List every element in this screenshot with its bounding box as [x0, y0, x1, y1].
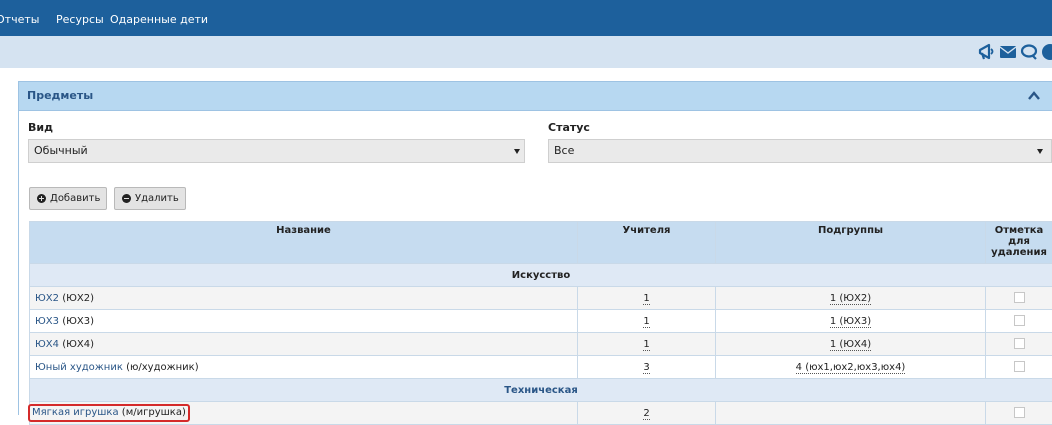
- chevron-up-icon[interactable]: [1027, 89, 1041, 103]
- teachers-count-link[interactable]: 3: [643, 362, 649, 374]
- panel-title: Предметы: [27, 82, 93, 109]
- table-row: ЮХ4 (ЮХ4) 1 1 (ЮХ4): [30, 333, 1052, 356]
- subgroups-link[interactable]: 4 (юх1,юх2,юх3,юх4): [796, 362, 906, 374]
- status-label: Статус: [548, 121, 590, 134]
- type-select-value: Обычный: [34, 140, 88, 162]
- delete-checkbox[interactable]: [1014, 338, 1025, 349]
- secondary-toolbar: [0, 36, 1052, 68]
- group-row: Техническая: [30, 379, 1052, 402]
- teachers-count-link[interactable]: 1: [643, 293, 649, 305]
- panel-header[interactable]: Предметы: [19, 82, 1052, 111]
- caret-down-icon: [514, 149, 520, 154]
- caret-down-icon: [1037, 149, 1043, 154]
- table-row: ЮХ2 (ЮХ2) 1 1 (ЮХ2): [30, 287, 1052, 310]
- group-name: Искусство: [30, 264, 1052, 287]
- teachers-count-link[interactable]: 1: [643, 316, 649, 328]
- subject-link[interactable]: ЮХ2: [35, 293, 59, 304]
- minus-circle-icon: [122, 194, 131, 203]
- chat-icon[interactable]: [1020, 43, 1038, 61]
- column-header-delete-mark: Отметка для удаления: [986, 222, 1052, 264]
- group-name: Техническая: [30, 379, 1052, 402]
- subject-link[interactable]: Мягкая игрушка: [32, 407, 119, 418]
- subject-link[interactable]: ЮХ3: [35, 316, 59, 327]
- subject-short-name: (ЮХ3): [62, 316, 94, 327]
- nav-item-resources[interactable]: Ресурсы: [56, 0, 104, 36]
- delete-button[interactable]: Удалить: [114, 187, 186, 210]
- top-navigation: Отчеты Ресурсы Одаренные дети: [0, 0, 1052, 36]
- subgroups-link[interactable]: 1 (ЮХ4): [830, 339, 871, 351]
- subgroups-link[interactable]: 1 (ЮХ2): [830, 293, 871, 305]
- group-row: Искусство: [30, 264, 1052, 287]
- table-row: Юный художник (ю/художник) 3 4 (юх1,юх2,…: [30, 356, 1052, 379]
- table-row: ЮХ3 (ЮХ3) 1 1 (ЮХ3): [30, 310, 1052, 333]
- status-select[interactable]: Все: [548, 139, 1052, 163]
- subjects-table: Название Учителя Подгруппы Отметка для у…: [29, 221, 1052, 425]
- plus-circle-icon: [37, 194, 46, 203]
- column-header-subgroups[interactable]: Подгруппы: [716, 222, 986, 264]
- subject-short-name: (ЮХ4): [62, 339, 94, 350]
- subgroups-link[interactable]: 1 (ЮХ3): [830, 316, 871, 328]
- highlight-annotation: Мягкая игрушка (м/игрушка): [28, 404, 190, 422]
- subject-link[interactable]: Юный художник: [35, 362, 123, 373]
- subject-short-name: (м/игрушка): [122, 407, 186, 418]
- type-select[interactable]: Обычный: [28, 139, 525, 163]
- column-header-teachers[interactable]: Учителя: [578, 222, 716, 264]
- nav-item-reports[interactable]: Отчеты: [0, 0, 39, 36]
- mail-icon[interactable]: [999, 43, 1017, 61]
- delete-checkbox[interactable]: [1014, 315, 1025, 326]
- subject-short-name: (ю/художник): [126, 362, 199, 373]
- column-header-name[interactable]: Название: [30, 222, 578, 264]
- add-button[interactable]: Добавить: [29, 187, 107, 210]
- subject-link[interactable]: ЮХ4: [35, 339, 59, 350]
- megaphone-icon[interactable]: [978, 43, 996, 61]
- delete-checkbox[interactable]: [1014, 361, 1025, 372]
- nav-item-gifted-children[interactable]: Одаренные дети: [110, 0, 208, 36]
- subject-short-name: (ЮХ2): [62, 293, 94, 304]
- help-icon[interactable]: [1041, 43, 1052, 61]
- delete-checkbox[interactable]: [1014, 292, 1025, 303]
- status-select-value: Все: [554, 140, 574, 162]
- teachers-count-link[interactable]: 1: [643, 339, 649, 351]
- type-label: Вид: [28, 121, 53, 134]
- table-row: Мягкая игрушка (м/игрушка) 2: [30, 402, 1052, 425]
- delete-checkbox[interactable]: [1014, 407, 1025, 418]
